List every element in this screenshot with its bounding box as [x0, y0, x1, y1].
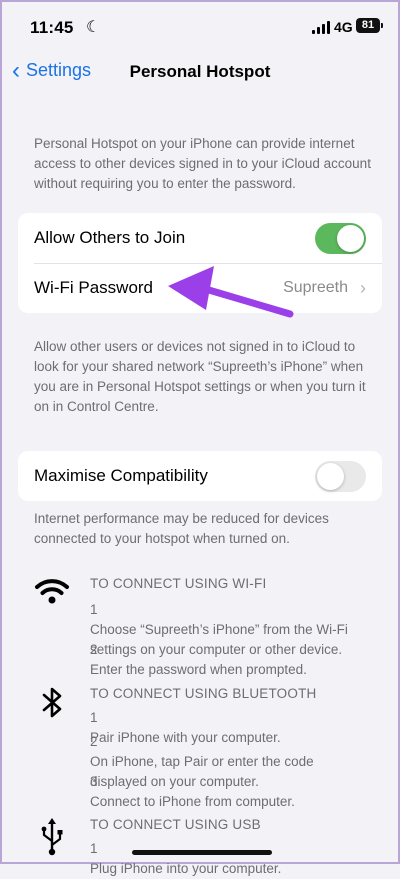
status-bar: 11:45 ☾ 4G 81	[2, 2, 398, 54]
page-title: Personal Hotspot	[129, 62, 271, 81]
list-item: 1 Plug iPhone into your computer.	[90, 841, 282, 876]
allow-others-row: Allow Others to Join	[18, 213, 382, 263]
navigation-bar: ‹ Settings Personal Hotspot	[2, 54, 398, 94]
cellular-signal-icon	[312, 21, 330, 34]
maximise-note: Internet performance may be reduced for …	[34, 511, 329, 546]
list-item: 3 Connect to iPhone from computer.	[90, 774, 295, 809]
allow-others-toggle[interactable]	[315, 222, 366, 254]
allow-note: Allow other users or devices not signed …	[34, 339, 366, 414]
list-item: 2 Enter the password when prompted.	[90, 642, 307, 677]
connect-wifi-heading: TO CONNECT USING WI-FI	[90, 576, 267, 591]
status-time: 11:45	[30, 18, 74, 37]
moon-icon: ☾	[86, 19, 101, 36]
connect-usb-heading: TO CONNECT USING USB	[90, 817, 261, 832]
chevron-right-icon: ›	[360, 277, 366, 298]
connect-bluetooth-heading: TO CONNECT USING BLUETOOTH	[90, 686, 317, 701]
bluetooth-icon	[34, 686, 70, 725]
toggle-knob	[317, 462, 344, 490]
annotation-arrow-icon	[168, 266, 294, 318]
allow-others-label: Allow Others to Join	[34, 228, 186, 247]
home-indicator[interactable]	[132, 850, 272, 855]
maximise-compatibility-label: Maximise Compatibility	[34, 466, 208, 485]
maximise-compatibility-row: Maximise Compatibility	[18, 451, 382, 501]
battery-icon: 81	[356, 18, 383, 33]
intro-text: Personal Hotspot on your iPhone can prov…	[34, 136, 371, 191]
usb-icon	[34, 817, 70, 862]
wifi-icon	[34, 576, 70, 611]
toggle-knob	[337, 224, 364, 252]
maximise-compatibility-toggle[interactable]	[315, 460, 366, 492]
network-type: 4G	[334, 19, 353, 35]
compatibility-group: Maximise Compatibility	[18, 451, 382, 501]
wifi-password-label: Wi-Fi Password	[34, 278, 154, 297]
